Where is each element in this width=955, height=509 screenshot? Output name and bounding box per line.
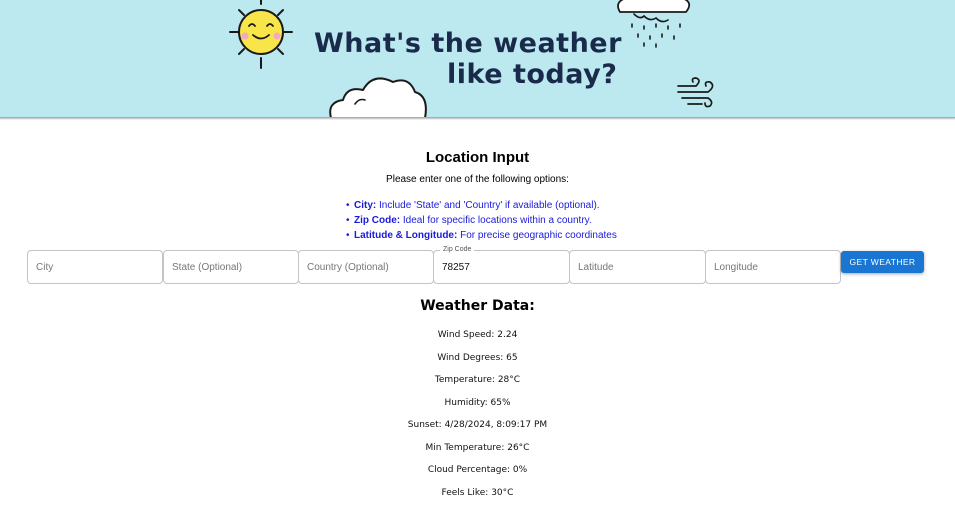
zip-code-label: Zip Code	[440, 245, 474, 255]
city-field	[27, 250, 163, 284]
zip-code-input[interactable]	[434, 251, 569, 283]
option-text: For precise geographic coordinates	[457, 230, 617, 241]
wind-icon	[674, 74, 724, 110]
banner-divider	[0, 117, 955, 120]
location-input-heading: Location Input	[0, 149, 955, 166]
zip-code-field: Zip Code	[433, 250, 570, 284]
option-term: Zip Code:	[354, 215, 400, 226]
sun-icon	[228, 0, 294, 70]
state-input[interactable]	[164, 251, 298, 283]
wind-degrees-row: Wind Degrees: 65	[0, 352, 955, 375]
cloud-percentage-row: Cloud Percentage: 0%	[0, 464, 955, 487]
longitude-input[interactable]	[706, 251, 840, 283]
weather-data-list: Wind Speed: 2.24 Wind Degrees: 65 Temper…	[0, 329, 955, 509]
option-text: Ideal for specific locations within a co…	[400, 215, 592, 226]
feels-like-row: Feels Like: 30°C	[0, 487, 955, 509]
option-zip-code: Zip Code: Ideal for specific locations w…	[346, 213, 617, 228]
rain-cloud-icon	[610, 0, 705, 50]
latitude-input[interactable]	[570, 251, 705, 283]
banner-title-line-1: What's the weather	[314, 28, 622, 59]
location-options-list: City: Include 'State' and 'Country' if a…	[346, 198, 617, 243]
location-instructions: Please enter one of the following option…	[0, 174, 955, 185]
humidity-row: Humidity: 65%	[0, 397, 955, 420]
weather-banner: What's the weather like today?	[0, 0, 955, 117]
weather-data-heading: Weather Data:	[0, 298, 955, 314]
country-input[interactable]	[299, 251, 433, 283]
country-field	[298, 250, 434, 284]
banner-title-line-2: like today?	[447, 59, 617, 90]
city-input[interactable]	[28, 251, 162, 283]
latitude-field	[569, 250, 706, 284]
min-temperature-row: Min Temperature: 26°C	[0, 442, 955, 465]
option-lat-long: Latitude & Longitude: For precise geogra…	[346, 228, 617, 243]
option-term: City:	[354, 200, 376, 211]
temperature-row: Temperature: 28°C	[0, 374, 955, 397]
option-text: Include 'State' and 'Country' if availab…	[376, 200, 599, 211]
state-field	[163, 250, 299, 284]
cloud-icon	[325, 70, 430, 117]
wind-speed-row: Wind Speed: 2.24	[0, 329, 955, 352]
get-weather-button[interactable]: GET WEATHER	[841, 251, 924, 273]
option-city: City: Include 'State' and 'Country' if a…	[346, 198, 617, 213]
longitude-field	[705, 250, 841, 284]
sunset-row: Sunset: 4/28/2024, 8:09:17 PM	[0, 419, 955, 442]
option-term: Latitude & Longitude:	[354, 230, 457, 241]
